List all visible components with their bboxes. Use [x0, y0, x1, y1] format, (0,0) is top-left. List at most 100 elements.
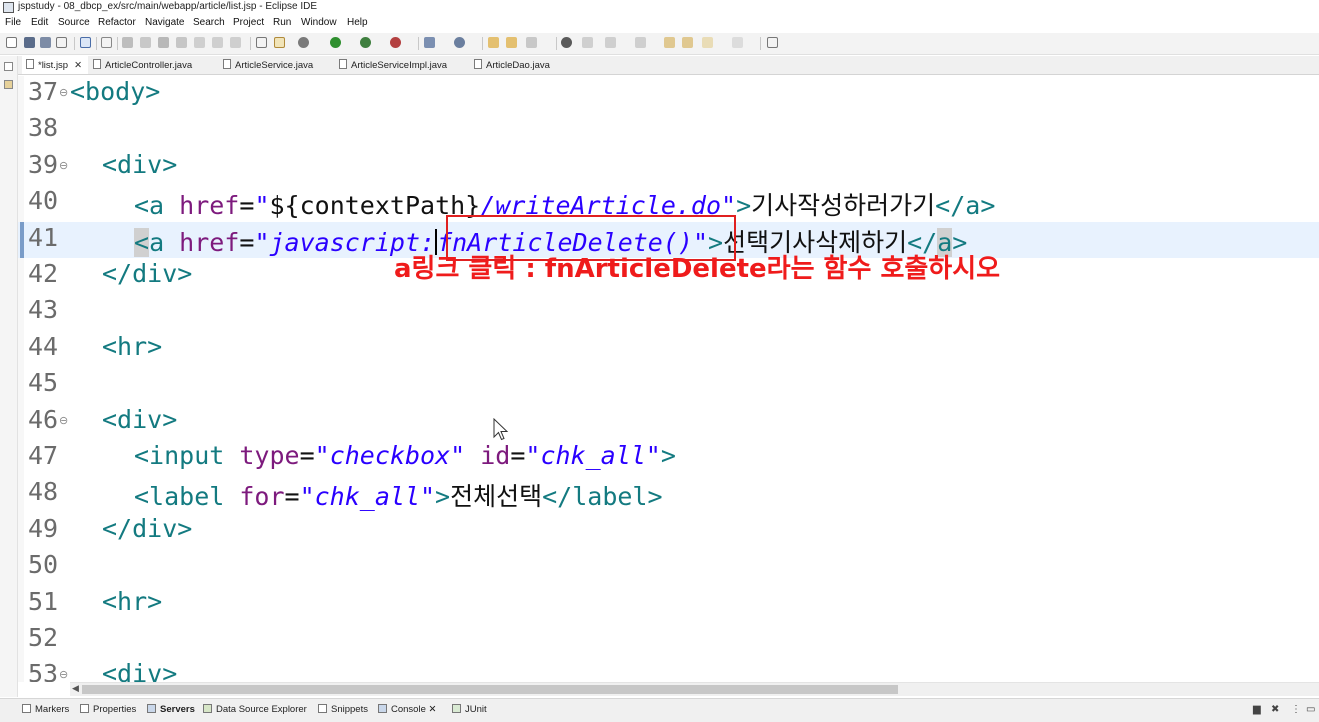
- menu-window[interactable]: Window: [301, 17, 337, 28]
- code-token: 기사작성하러가기: [751, 191, 936, 221]
- scrollbar-thumb[interactable]: [82, 685, 898, 694]
- code-line[interactable]: 46 ⊖ <div>: [18, 404, 1319, 440]
- restore-icon[interactable]: [4, 62, 13, 71]
- previous-annotation-icon[interactable]: [635, 37, 646, 48]
- menu-run[interactable]: Run: [273, 17, 291, 28]
- new-server-icon[interactable]: [424, 37, 435, 48]
- java-file-icon: [339, 59, 347, 69]
- code-line[interactable]: 38: [18, 112, 1319, 148]
- terminate-icon[interactable]: [158, 37, 169, 48]
- debug-icon[interactable]: [298, 37, 309, 48]
- disconnect-icon[interactable]: [176, 37, 187, 48]
- code-line[interactable]: 37 ⊖ <body>: [18, 76, 1319, 112]
- pin-editor-icon[interactable]: [767, 37, 778, 48]
- tab-article-service-impl[interactable]: ArticleServiceImpl.java: [339, 56, 447, 74]
- left-trim: [0, 56, 18, 697]
- menu-navigate[interactable]: Navigate: [145, 17, 184, 28]
- line-number: 51: [28, 586, 59, 616]
- search-tool-icon[interactable]: [526, 37, 537, 48]
- menu-edit[interactable]: Edit: [31, 17, 48, 28]
- tab-article-service[interactable]: ArticleService.java: [223, 56, 313, 74]
- line-number: 46: [28, 404, 59, 434]
- horizontal-scrollbar[interactable]: ◀: [70, 682, 1319, 696]
- code-editor[interactable]: 37 ⊖ <body> 38 39 ⊖ <div> 40 <a href="${contextP…: [18, 76, 1319, 682]
- code-text: <hr>: [102, 587, 162, 616]
- menu-search[interactable]: Search: [193, 17, 225, 28]
- tab-label: JUnit: [465, 704, 487, 715]
- terminal-icon[interactable]: [80, 37, 91, 48]
- tab-markers[interactable]: Markers: [22, 704, 69, 715]
- run-icon[interactable]: [330, 37, 341, 48]
- code-line[interactable]: 52: [18, 622, 1319, 658]
- fold-toggle-icon[interactable]: ⊖: [59, 86, 68, 99]
- view-menu-icon[interactable]: ⋮: [1291, 704, 1301, 715]
- data-source-icon: [203, 704, 212, 713]
- code-line[interactable]: 44 <hr>: [18, 331, 1319, 367]
- code-line[interactable]: 48 <label for="chk_all">전체선택</label>: [18, 476, 1319, 512]
- back-icon[interactable]: [682, 37, 693, 48]
- browser-icon[interactable]: [561, 37, 572, 48]
- fold-toggle-icon[interactable]: ⊖: [59, 414, 68, 427]
- code-line[interactable]: 50: [18, 549, 1319, 585]
- menu-help[interactable]: Help: [347, 17, 368, 28]
- forward-icon[interactable]: [702, 37, 713, 48]
- save-icon[interactable]: [24, 37, 35, 48]
- console-close-icon[interactable]: ✕: [429, 704, 437, 715]
- step-over-icon[interactable]: [212, 37, 223, 48]
- code-line[interactable]: 39 ⊖ <div>: [18, 149, 1319, 185]
- open-resource-icon[interactable]: [506, 37, 517, 48]
- code-line[interactable]: 45: [18, 367, 1319, 403]
- resume-icon[interactable]: [122, 37, 133, 48]
- last-edit-location-icon[interactable]: [664, 37, 675, 48]
- forward-history-icon[interactable]: [732, 37, 743, 48]
- open-type-icon[interactable]: [488, 37, 499, 48]
- new-icon[interactable]: [6, 37, 17, 48]
- remove-all-icon[interactable]: ✖: [1271, 704, 1279, 715]
- code-token: </div>: [102, 513, 193, 543]
- java-file-icon: [93, 59, 101, 69]
- save-all-icon[interactable]: [40, 37, 51, 48]
- menu-source[interactable]: Source: [58, 17, 90, 28]
- scroll-left-icon[interactable]: ◀: [72, 683, 79, 694]
- skip-breakpoints-icon[interactable]: [101, 37, 112, 48]
- code-token: >: [660, 441, 676, 470]
- code-line[interactable]: 47 <input type="checkbox" id="chk_all">: [18, 440, 1319, 476]
- code-line[interactable]: 43: [18, 294, 1319, 330]
- tab-junit[interactable]: JUnit: [452, 704, 487, 715]
- tab-article-controller[interactable]: ArticleController.java: [93, 56, 192, 74]
- tab-servers[interactable]: Servers: [147, 704, 195, 715]
- tab-properties[interactable]: Properties: [80, 704, 136, 715]
- coverage-icon[interactable]: [360, 37, 371, 48]
- menu-file[interactable]: File: [5, 17, 21, 28]
- print-icon[interactable]: [56, 37, 67, 48]
- code-line[interactable]: 49 </div>: [18, 513, 1319, 549]
- toggle-mark-occurrences-icon[interactable]: [274, 37, 285, 48]
- code-token: "chk_all": [525, 441, 661, 470]
- fold-toggle-icon[interactable]: ⊖: [59, 668, 68, 681]
- fold-toggle-icon[interactable]: ⊖: [59, 159, 68, 172]
- menu-project[interactable]: Project: [233, 17, 264, 28]
- step-return-icon[interactable]: [230, 37, 241, 48]
- toggle-comment-icon[interactable]: [256, 37, 267, 48]
- code-line[interactable]: 51 <hr>: [18, 586, 1319, 622]
- package-explorer-icon[interactable]: [4, 80, 13, 89]
- code-text: </div>: [102, 514, 192, 543]
- menu-refactor[interactable]: Refactor: [98, 17, 136, 28]
- tab-list-jsp[interactable]: *list.jsp ✕: [22, 56, 88, 74]
- code-line[interactable]: 53 ⊖ <div>: [18, 658, 1319, 682]
- tab-snippets[interactable]: Snippets: [318, 704, 368, 715]
- step-into-icon[interactable]: [194, 37, 205, 48]
- external-tools-icon[interactable]: [390, 37, 401, 48]
- tab-article-dao[interactable]: ArticleDao.java: [474, 56, 550, 74]
- minimize-panel-icon[interactable]: ▭: [1306, 704, 1315, 715]
- annotation-icon[interactable]: [582, 37, 593, 48]
- tab-console[interactable]: Console ✕: [378, 704, 436, 715]
- tab-close-icon[interactable]: ✕: [74, 60, 82, 71]
- tab-data-source-explorer[interactable]: Data Source Explorer: [203, 704, 307, 715]
- code-token: >: [736, 191, 752, 221]
- remove-launch-icon[interactable]: ▆: [1253, 704, 1261, 715]
- next-annotation-icon[interactable]: [605, 37, 616, 48]
- suspend-icon[interactable]: [140, 37, 151, 48]
- new-java-class-icon[interactable]: [454, 37, 465, 48]
- code-text: <div>: [102, 405, 177, 434]
